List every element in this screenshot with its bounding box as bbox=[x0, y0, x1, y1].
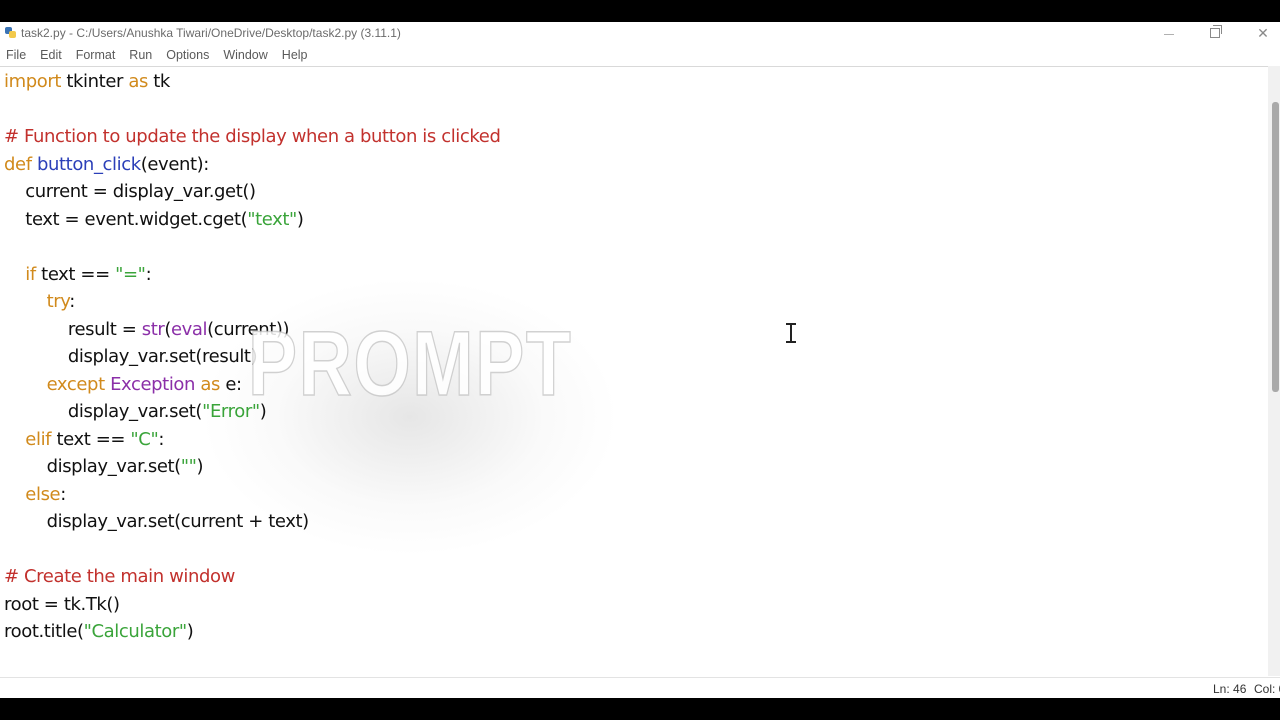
title-bar[interactable]: task2.py - C:/Users/Anushka Tiwari/OneDr… bbox=[0, 22, 1280, 44]
scrollbar-thumb[interactable] bbox=[1272, 102, 1279, 392]
menu-format[interactable]: Format bbox=[70, 48, 124, 62]
idle-editor-window: task2.py - C:/Users/Anushka Tiwari/OneDr… bbox=[0, 22, 1280, 698]
close-icon: ✕ bbox=[1257, 24, 1269, 41]
menu-run[interactable]: Run bbox=[123, 48, 160, 62]
code-line: display_var.set("Error") bbox=[4, 401, 267, 422]
code-line: if text == "=": bbox=[25, 263, 152, 285]
code-line: elif text == "C": bbox=[25, 428, 164, 450]
close-button[interactable]: ✕ bbox=[1240, 22, 1280, 44]
status-bar: Ln: 46 Col: 0 bbox=[0, 677, 1280, 698]
menu-options[interactable]: Options bbox=[160, 48, 217, 62]
menu-help[interactable]: Help bbox=[276, 48, 316, 62]
code-line: result = str(eval(current)) bbox=[4, 318, 290, 340]
code-editor[interactable]: import tkinter as tk # Function to update… bbox=[0, 66, 1268, 677]
minimize-icon bbox=[1164, 33, 1174, 35]
code-line: try: bbox=[46, 291, 76, 312]
code-line: current = display_var.get() bbox=[4, 181, 256, 202]
code-line: # Create the main window bbox=[4, 566, 235, 587]
minimize-button[interactable] bbox=[1146, 22, 1192, 44]
code-line: root = tk.Tk() bbox=[4, 593, 120, 615]
code-line: except Exception as e: bbox=[46, 373, 242, 395]
text-cursor-icon bbox=[785, 322, 797, 344]
restore-icon bbox=[1210, 25, 1222, 38]
code-line: root.title("Calculator") bbox=[4, 621, 194, 642]
code-line: display_var.set(result) bbox=[4, 346, 258, 367]
menu-file[interactable]: File bbox=[0, 48, 34, 62]
code-line: display_var.set(current + text) bbox=[4, 511, 310, 532]
maximize-button[interactable] bbox=[1192, 22, 1238, 44]
code-line: text = event.widget.cget("text") bbox=[4, 208, 304, 230]
code-line: def button_click(event): bbox=[4, 153, 209, 175]
menu-edit[interactable]: Edit bbox=[34, 48, 70, 62]
menu-window[interactable]: Window bbox=[217, 48, 275, 62]
window-title: task2.py - C:/Users/Anushka Tiwari/OneDr… bbox=[21, 26, 401, 40]
python-icon bbox=[5, 27, 17, 39]
menu-bar: File Edit Format Run Options Window Help bbox=[0, 44, 1280, 67]
code-line: # Function to update the display when a … bbox=[4, 126, 501, 147]
vertical-scrollbar[interactable] bbox=[1268, 66, 1280, 676]
code-line: import tkinter as tk bbox=[4, 71, 170, 92]
code-line: display_var.set("") bbox=[4, 456, 204, 477]
column-number-status: Col: 0 bbox=[1254, 682, 1280, 696]
line-number-status: Ln: 46 bbox=[1213, 682, 1247, 696]
code-line: else: bbox=[25, 483, 66, 505]
